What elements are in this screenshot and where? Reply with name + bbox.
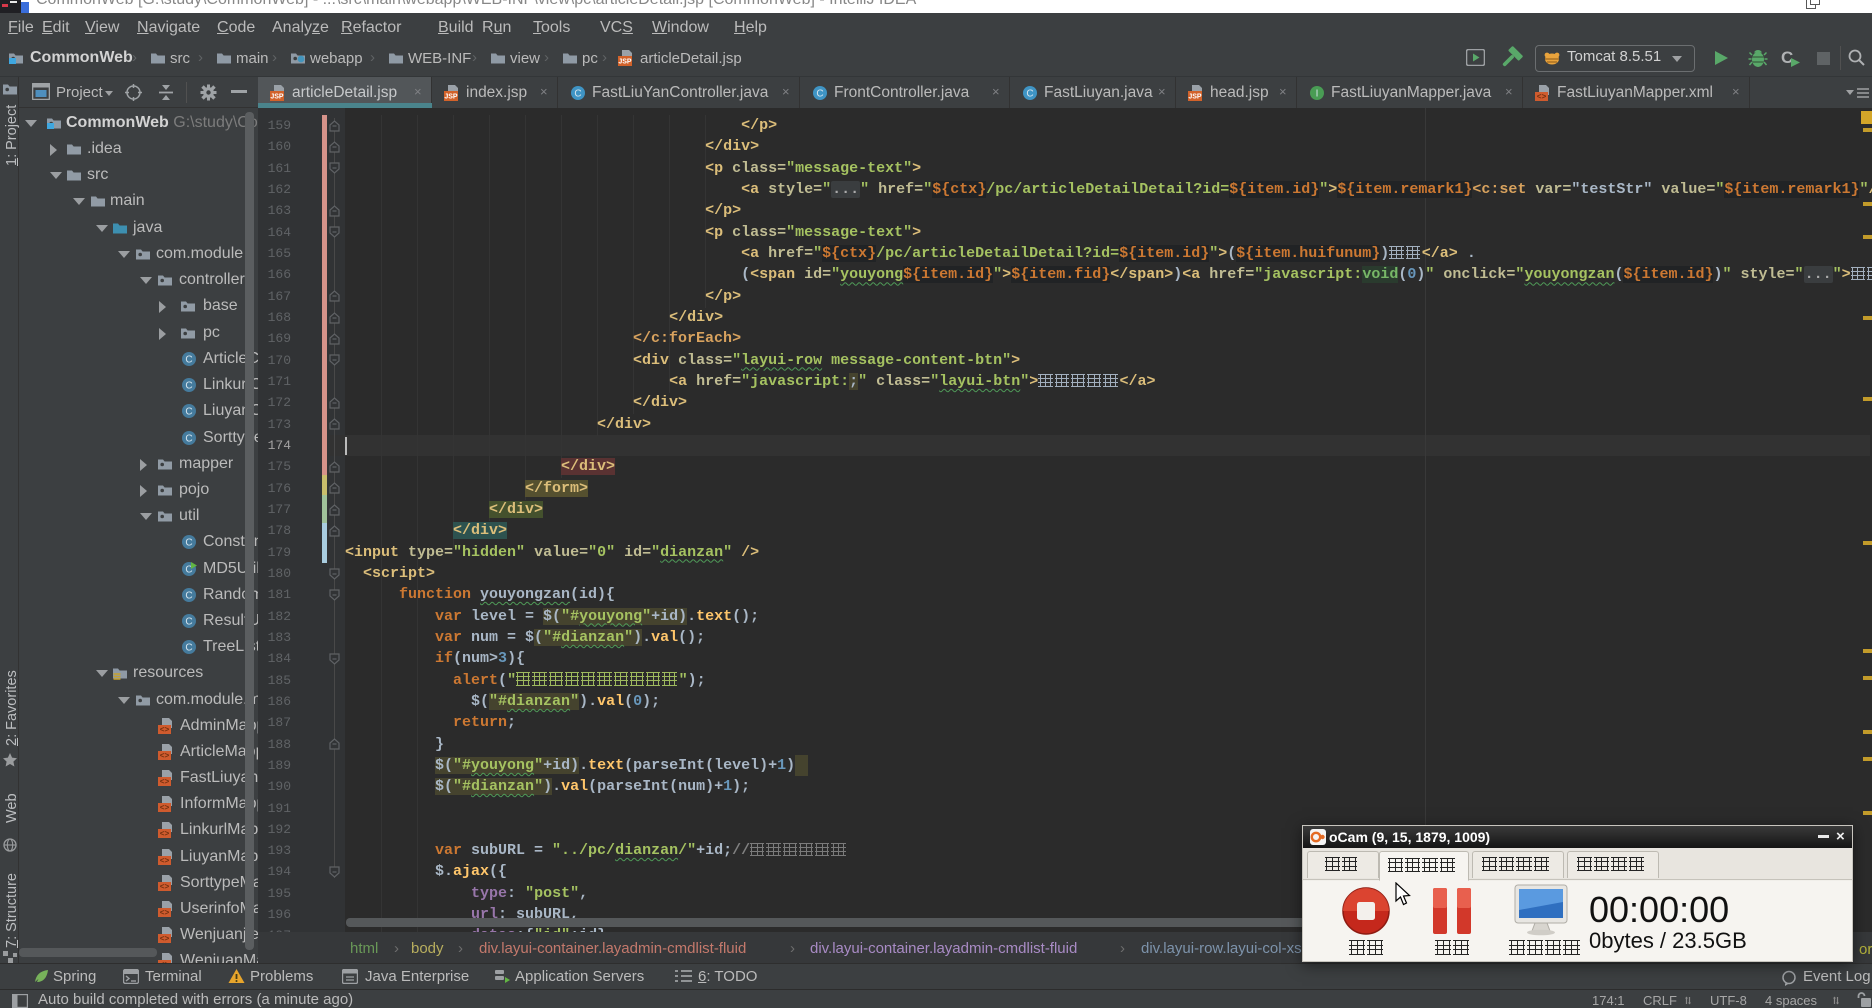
- svg-text:C: C: [1026, 89, 1033, 100]
- svg-text:C: C: [574, 89, 581, 100]
- svg-text:C: C: [185, 355, 192, 366]
- svg-text:<>: <>: [160, 857, 170, 865]
- svg-text:<>: <>: [160, 883, 170, 891]
- svg-text:C: C: [185, 643, 192, 654]
- svg-text:<>: <>: [160, 909, 170, 917]
- svg-text:C: C: [185, 381, 192, 392]
- svg-text:C: C: [816, 89, 823, 100]
- svg-text:JSP: JSP: [444, 94, 458, 101]
- svg-text:<>: <>: [160, 830, 170, 838]
- svg-text:I: I: [1316, 89, 1319, 100]
- svg-text:JSP: JSP: [270, 94, 284, 101]
- svg-text:<>: <>: [160, 804, 170, 812]
- svg-text:JSP: JSP: [1188, 94, 1202, 101]
- svg-text:<>: <>: [160, 935, 170, 943]
- svg-text:JSP: JSP: [618, 59, 632, 66]
- svg-text:<>: <>: [160, 752, 170, 760]
- svg-text:<>: <>: [160, 726, 170, 734]
- svg-text:<>: <>: [160, 778, 170, 786]
- svg-text:C: C: [185, 407, 192, 418]
- svg-text:C: C: [185, 434, 192, 445]
- svg-text:<>: <>: [1537, 93, 1547, 101]
- svg-text:C: C: [185, 591, 192, 602]
- svg-text:C: C: [185, 617, 192, 628]
- svg-text:C: C: [185, 538, 192, 549]
